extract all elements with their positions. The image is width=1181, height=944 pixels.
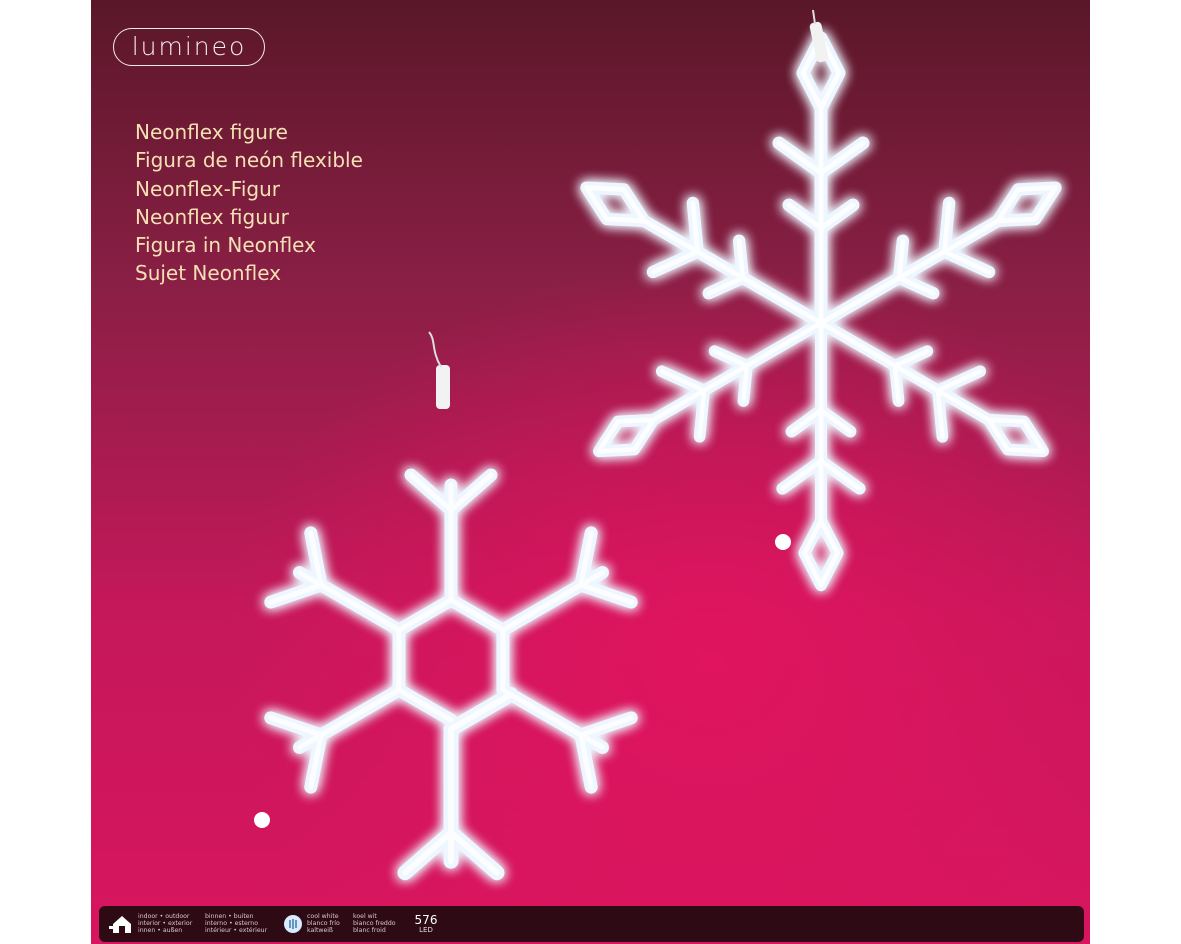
usage-text-2: binnen • buiten interno • esterno intéri… (205, 913, 268, 934)
product-name-es: Figura de neón flexible (135, 148, 363, 173)
product-name-de: Neonflex-Figur (135, 176, 280, 201)
product-name-en: Neonflex figure (135, 120, 288, 144)
product-packaging-panel: lumineo Neonflex figure Figura de neón f… (91, 0, 1090, 944)
color-text-2: koel wit bianco freddo blanc froid (353, 913, 396, 934)
cool-white-bulb-icon (284, 915, 302, 933)
color-text-1: cool white blanco frío kaltweiß (307, 913, 340, 934)
product-name-it: Figura in Neonflex (135, 233, 316, 258)
led-label: LED (419, 926, 433, 934)
product-name-fr: Sujet Neonflex (135, 261, 281, 286)
small-snowflake-connector (254, 331, 450, 828)
usage-text-1: indoor • outdoor interior • exterior inn… (138, 913, 193, 934)
indoor-outdoor-house-icon (109, 916, 131, 933)
brand-logo: lumineo (113, 28, 265, 66)
led-count: 576 (414, 913, 438, 927)
product-name-nl: Neonflex figuur (135, 204, 289, 229)
product-info-bar: indoor • outdoor interior • exterior inn… (99, 906, 1084, 942)
product-name-list: Neonflex figure Figura de neón flexible … (135, 118, 363, 288)
